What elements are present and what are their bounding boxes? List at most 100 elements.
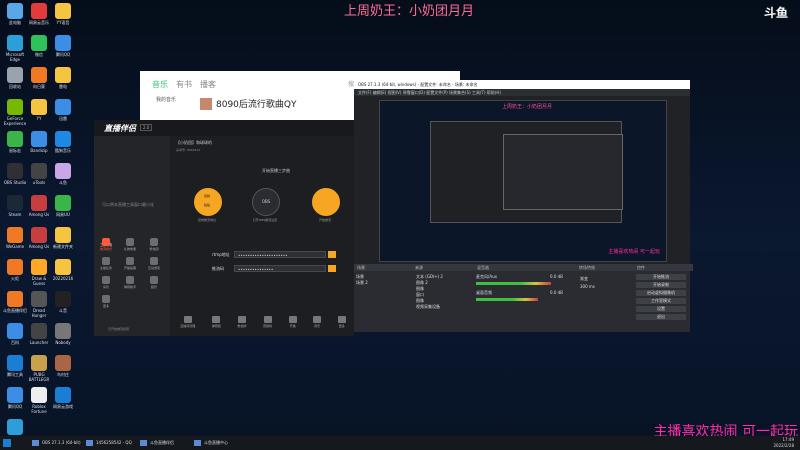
- desktop-icon[interactable]: 网易云音乐: [26, 3, 52, 25]
- desktop-icon-label: 雷电: [59, 84, 67, 89]
- desktop-icon[interactable]: 腾讯QQ: [2, 387, 28, 409]
- taskbar-item[interactable]: OBS 27.1.3 (64-bit): [30, 437, 82, 449]
- copy-button[interactable]: 复制: [201, 194, 213, 199]
- desktop-icon[interactable]: Dread Hunger: [26, 291, 52, 318]
- obs-menu-bar[interactable]: 文件(F) 编辑(E) 视图(V) 停靠窗口(D) 配置文件(P) 场景集合(S…: [354, 89, 690, 96]
- desktop-icon-label: 斗音: [59, 308, 67, 313]
- obs-window[interactable]: OBS 27.1.3 (64-bit, windows) - 配置文件: 未命名…: [354, 80, 693, 332]
- desktop-icon[interactable]: 酷狗音乐: [50, 131, 76, 153]
- desktop-icon[interactable]: Launcher: [26, 323, 52, 345]
- streaming-tool-window[interactable]: 直播伴侣 2.0 可以将本直播工具窗口最小化 工具箱 推流模式礼物效果粉丝团主播…: [94, 120, 354, 336]
- desktop-icon[interactable]: 斗音: [50, 291, 76, 313]
- desktop-icon[interactable]: YY: [26, 99, 52, 121]
- desktop-icon[interactable]: Roblox Fortune: [26, 387, 52, 414]
- desktop-icon[interactable]: WeGame: [2, 227, 28, 249]
- playlist-title[interactable]: 8090后流行歌曲QY: [200, 97, 297, 110]
- toolbox-item[interactable]: 礼物效果: [122, 238, 138, 251]
- rtmp-field[interactable]: •••••••••••••••••••••: [234, 251, 326, 258]
- desktop-icon[interactable]: 斗鱼: [50, 163, 76, 185]
- taskbar-item[interactable]: 斗鱼直播伴侣: [138, 437, 190, 449]
- copy-rtmp-button[interactable]: [328, 251, 336, 258]
- desktop-icon[interactable]: 百科: [2, 323, 28, 345]
- toolbox-item-label: 推流模式: [99, 247, 112, 251]
- desktop-icon[interactable]: Bandizip: [26, 131, 52, 153]
- bottom-tool[interactable]: 音乐: [313, 316, 322, 328]
- desktop-icon[interactable]: 网易UU: [50, 195, 76, 217]
- desktop-icon-label: 向日葵: [33, 84, 45, 89]
- desktop-icon[interactable]: 腾讯工具: [2, 355, 28, 377]
- duration-field[interactable]: 300 ms: [580, 284, 595, 290]
- obs-preview[interactable]: 上周奶王：小奶团月月 主播喜欢热闹 可一起玩: [379, 100, 667, 262]
- desktop-icon[interactable]: Steam: [2, 195, 28, 217]
- browser-icon: [194, 440, 201, 446]
- desktop-icon[interactable]: 向日葵: [26, 67, 52, 89]
- toolbox-item[interactable]: 互动游戏: [146, 257, 162, 270]
- paste-button[interactable]: 粘贴: [201, 203, 213, 208]
- studio-mode-button[interactable]: 工作室模式: [636, 298, 686, 304]
- settings-button[interactable]: 设置: [636, 306, 686, 312]
- taskbar-item[interactable]: 1456258542 - QQ: [84, 437, 136, 449]
- toolbox-item[interactable]: 推流模式: [98, 238, 114, 251]
- start-recording-button[interactable]: 开始录制: [636, 282, 686, 288]
- scene-item[interactable]: 场景 2: [356, 280, 368, 286]
- tab-books[interactable]: 有书: [176, 79, 192, 90]
- desktop-icon[interactable]: Among Us: [26, 227, 52, 249]
- tab-music[interactable]: 音乐: [152, 79, 168, 90]
- bottom-tool[interactable]: 直播间管理: [180, 316, 195, 328]
- start-streaming-button[interactable]: 开始推流: [636, 274, 686, 280]
- desktop-icon[interactable]: Among Us: [26, 195, 52, 217]
- desktop-icon[interactable]: 回收站: [2, 67, 28, 89]
- toolbox-item[interactable]: 超管: [146, 276, 162, 289]
- start-push-circle[interactable]: [312, 188, 340, 216]
- desktop-icon[interactable]: 鸟村庄: [50, 355, 76, 377]
- toolbox-item[interactable]: 更多: [98, 295, 114, 308]
- desktop-icon[interactable]: 鼠标宏: [2, 131, 28, 153]
- toolbox-item[interactable]: 主播任务: [98, 257, 114, 270]
- desktop-icon[interactable]: 微信: [26, 35, 52, 57]
- bottom-tool-icon: [237, 316, 246, 323]
- desktop-icon[interactable]: Microsoft Edge: [2, 35, 28, 62]
- desktop-icon[interactable]: YY语音: [50, 3, 76, 25]
- desktop-icon[interactable]: 雷电: [50, 67, 76, 89]
- desktop-icon[interactable]: 此电脑: [2, 3, 28, 25]
- app-icon: [31, 227, 47, 243]
- toolbox-item[interactable]: 房管: [98, 276, 114, 289]
- desktop-icon[interactable]: 腾讯QQ: [50, 35, 76, 57]
- desktop-icon[interactable]: OBS Studio: [2, 163, 28, 185]
- transition-select[interactable]: 渐变: [580, 276, 588, 282]
- exit-button[interactable]: 退出: [636, 314, 686, 320]
- tab-podcast[interactable]: 播客: [200, 79, 216, 90]
- bottom-tool[interactable]: 更多: [337, 316, 346, 328]
- source-item[interactable]: 视频采集设备: [416, 304, 440, 310]
- toolbox-item[interactable]: 粉丝团: [146, 238, 162, 251]
- mixer-label: 麦克风/Aux: [476, 274, 497, 279]
- desktop-icon[interactable]: uTools: [26, 163, 52, 185]
- start-icon[interactable]: [3, 439, 11, 447]
- desktop-icon[interactable]: Draw & Guess: [26, 259, 52, 286]
- desktop-icon[interactable]: 网易云游戏: [50, 387, 76, 409]
- desktop-icon[interactable]: Nobody: [50, 323, 76, 345]
- my-music-link[interactable]: 我的音乐: [156, 96, 176, 103]
- desktop-icon[interactable]: 火炬: [2, 259, 28, 281]
- desktop-icon[interactable]: 新建文件夹: [50, 227, 76, 249]
- app-icon: [31, 35, 47, 51]
- taskbar-item[interactable]: 斗鱼直播中心: [192, 437, 244, 449]
- toolbox-item[interactable]: 弹幕助手: [122, 276, 138, 289]
- desktop-icon[interactable]: 20220216: [50, 259, 76, 281]
- stream-key-field[interactable]: •••••••••••••••: [234, 265, 326, 272]
- toolbox-item-label: 更多: [102, 304, 109, 308]
- desktop-icon[interactable]: PUBG BATTLEGR: [26, 355, 52, 382]
- desktop-icon[interactable]: 迅雷: [50, 99, 76, 121]
- copy-key-button[interactable]: [328, 265, 336, 272]
- desktop-icon[interactable]: 斗鱼直播伴侣: [2, 291, 28, 313]
- bottom-tool-label: 更多: [338, 324, 345, 328]
- bottom-tool[interactable]: 开播: [288, 316, 297, 328]
- bottom-tool[interactable]: 贡献榜: [263, 316, 272, 328]
- desktop-icon[interactable]: GeForce Experience: [2, 99, 28, 126]
- toolbox-item[interactable]: 开播提醒: [122, 257, 138, 270]
- bottom-tool-icon: [263, 316, 272, 323]
- bottom-tool[interactable]: 粉丝牌: [237, 316, 246, 328]
- bottom-tool[interactable]: 弹幕姬: [212, 316, 221, 328]
- virtual-camera-button[interactable]: 启动虚拟摄像机: [636, 290, 686, 296]
- taskbar-clock[interactable]: 17:49 2022/2/28: [773, 437, 794, 449]
